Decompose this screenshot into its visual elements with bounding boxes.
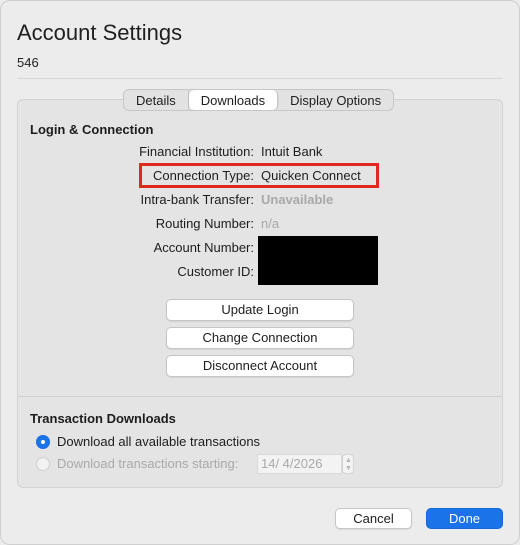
download-starting-option: Download transactions starting:	[36, 456, 238, 471]
customer-id-label: Customer ID:	[177, 264, 254, 279]
intra-bank-transfer-label: Intra-bank Transfer:	[140, 192, 254, 207]
disconnect-account-button[interactable]: Disconnect Account	[166, 355, 354, 377]
header-divider	[17, 78, 503, 79]
transaction-downloads-heading: Transaction Downloads	[30, 411, 176, 426]
account-settings-window: Account Settings 546 Details Downloads D…	[0, 0, 520, 545]
radio-unselected-icon	[36, 456, 50, 471]
start-date-field: 14/ 4/2026	[257, 454, 342, 474]
stepper-up-icon: ▲	[345, 457, 352, 464]
window-title: Account Settings	[17, 20, 183, 45]
update-login-button[interactable]: Update Login	[166, 299, 354, 321]
cancel-button[interactable]: Cancel	[335, 508, 412, 529]
routing-number-value: n/a	[261, 216, 280, 231]
tab-display-options[interactable]: Display Options	[278, 90, 393, 110]
login-connection-heading: Login & Connection	[30, 122, 154, 137]
stepper-down-icon: ▼	[345, 465, 352, 472]
account-number-field-label: Account Number:	[153, 240, 254, 255]
radio-selected-icon[interactable]	[36, 434, 50, 449]
tab-bar: Details Downloads Display Options	[123, 89, 395, 111]
routing-number-label: Routing Number:	[155, 216, 254, 231]
redacted-account-info	[258, 236, 378, 285]
date-stepper: ▲ ▼	[342, 454, 354, 474]
download-starting-label: Download transactions starting:	[57, 456, 239, 471]
tab-details[interactable]: Details	[124, 90, 189, 110]
account-number-label: 546	[17, 55, 39, 70]
change-connection-button[interactable]: Change Connection	[166, 327, 354, 349]
tab-downloads[interactable]: Downloads	[188, 90, 279, 110]
financial-institution-label: Financial Institution:	[139, 144, 254, 159]
download-all-label: Download all available transactions	[57, 434, 261, 449]
financial-institution-value: Intuit Bank	[261, 144, 323, 159]
section-divider	[18, 396, 502, 397]
done-button[interactable]: Done	[426, 508, 503, 529]
intra-bank-transfer-value: Unavailable	[261, 192, 334, 207]
download-all-option[interactable]: Download all available transactions	[36, 434, 260, 449]
connection-type-highlight	[139, 163, 379, 188]
